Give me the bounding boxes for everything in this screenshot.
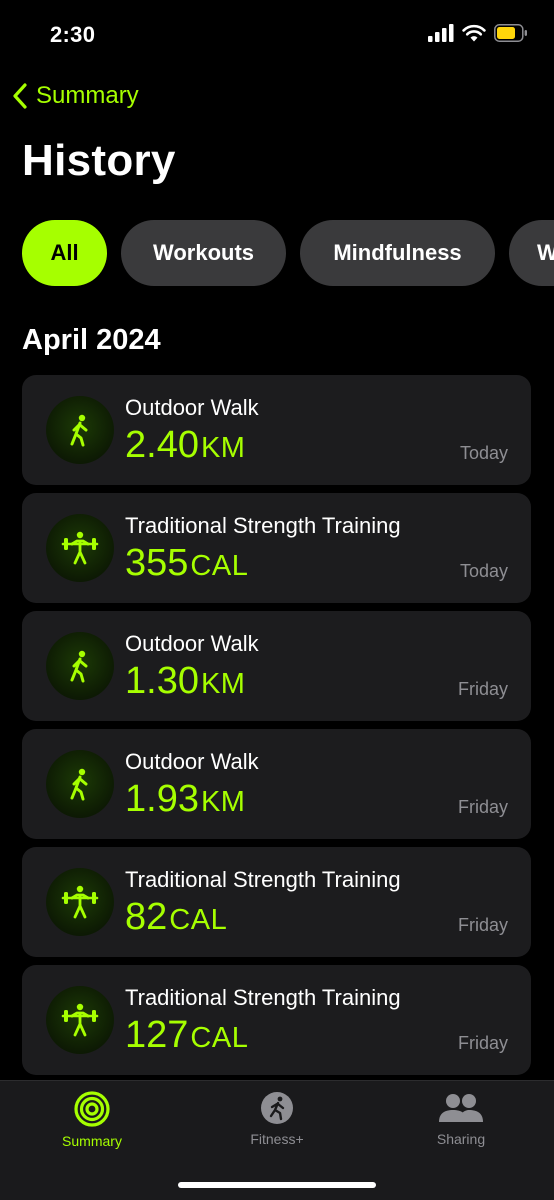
strength-training-icon	[61, 531, 99, 565]
workout-icon-badge	[46, 868, 114, 936]
workout-date: Today	[459, 443, 508, 463]
workout-icon-badge	[46, 986, 114, 1054]
tab-fitness-plus[interactable]: Fitness+	[212, 1091, 342, 1147]
workout-icon-badge	[46, 396, 114, 464]
workout-row[interactable]: Traditional Strength Training 127CAL Fri…	[22, 965, 531, 1075]
workout-icon-badge	[46, 514, 114, 582]
filter-bar: All Workouts Mindfulness W	[0, 220, 554, 286]
workout-value-number: 355	[125, 542, 189, 584]
walk-icon	[70, 414, 88, 447]
workout-value-number: 2.40	[125, 424, 199, 466]
workout-value-number: 82	[125, 896, 168, 938]
cellular-signal-icon	[428, 24, 454, 42]
workout-row[interactable]: Outdoor Walk 2.40KM Today	[22, 375, 531, 485]
walk-icon	[70, 650, 88, 683]
tab-sharing[interactable]: Sharing	[396, 1091, 526, 1147]
workout-value: 1.30KM	[125, 661, 245, 709]
wifi-icon	[462, 24, 486, 42]
workout-value: 355CAL	[125, 543, 248, 591]
workout-date: Friday	[457, 679, 508, 699]
workout-value: 127CAL	[125, 1015, 248, 1063]
section-title: April 2024	[22, 324, 161, 356]
workout-value: 2.40KM	[125, 425, 245, 473]
battery-icon	[494, 24, 527, 42]
workout-value: 82CAL	[125, 897, 227, 945]
workout-value-unit: KM	[200, 432, 246, 464]
workout-row[interactable]: Outdoor Walk 1.93KM Friday	[22, 729, 531, 839]
workout-list: Outdoor Walk 2.40KM Today Traditional St…	[22, 375, 531, 1083]
workout-value-unit: CAL	[169, 904, 228, 936]
workout-value-unit: CAL	[190, 550, 249, 582]
filter-chip-all[interactable]: All	[22, 220, 107, 286]
status-icons	[428, 24, 528, 42]
tab-summary[interactable]: Summary	[27, 1091, 157, 1149]
workout-title: Traditional Strength Training	[125, 985, 401, 1010]
chevron-left-icon	[13, 83, 27, 109]
filter-chip-partial[interactable]: W	[509, 220, 554, 286]
filter-chip-mindfulness[interactable]: Mindfulness	[300, 220, 495, 286]
workout-date: Friday	[457, 797, 508, 817]
workout-value-unit: KM	[200, 786, 246, 818]
workout-date: Today	[459, 561, 508, 581]
fitness-plus-icon	[261, 1092, 293, 1124]
sharing-icon	[439, 1094, 483, 1122]
strength-training-icon	[61, 1003, 99, 1037]
workout-title: Traditional Strength Training	[125, 867, 401, 892]
workout-icon-badge	[46, 750, 114, 818]
status-time: 2:30	[50, 22, 96, 47]
workout-row[interactable]: Outdoor Walk 1.30KM Friday	[22, 611, 531, 721]
workout-title: Outdoor Walk	[125, 395, 259, 420]
page-title: History	[22, 136, 176, 185]
home-indicator	[178, 1182, 376, 1188]
tab-label: Summary	[62, 1133, 122, 1149]
filter-chip-workouts[interactable]: Workouts	[121, 220, 286, 286]
workout-value-number: 127	[125, 1014, 189, 1056]
workout-title: Outdoor Walk	[125, 631, 259, 656]
walk-icon	[70, 768, 88, 801]
activity-rings-icon	[74, 1091, 110, 1127]
workout-value-number: 1.30	[125, 660, 199, 702]
strength-training-icon	[61, 885, 99, 919]
workout-row[interactable]: Traditional Strength Training 355CAL Tod…	[22, 493, 531, 603]
workout-row[interactable]: Traditional Strength Training 82CAL Frid…	[22, 847, 531, 957]
workout-value-unit: KM	[200, 668, 246, 700]
workout-icon-badge	[46, 632, 114, 700]
workout-value: 1.93KM	[125, 779, 245, 827]
workout-title: Outdoor Walk	[125, 749, 259, 774]
back-button[interactable]: Summary	[12, 82, 139, 110]
tab-label: Fitness+	[250, 1131, 304, 1147]
workout-date: Friday	[457, 915, 508, 935]
tab-label: Sharing	[436, 1131, 486, 1147]
workout-title: Traditional Strength Training	[125, 513, 401, 538]
workout-date: Friday	[457, 1033, 508, 1053]
status-bar: 2:30	[0, 0, 554, 70]
workout-value-number: 1.93	[125, 778, 199, 820]
workout-value-unit: CAL	[190, 1022, 249, 1054]
back-button-label: Summary	[36, 82, 139, 109]
